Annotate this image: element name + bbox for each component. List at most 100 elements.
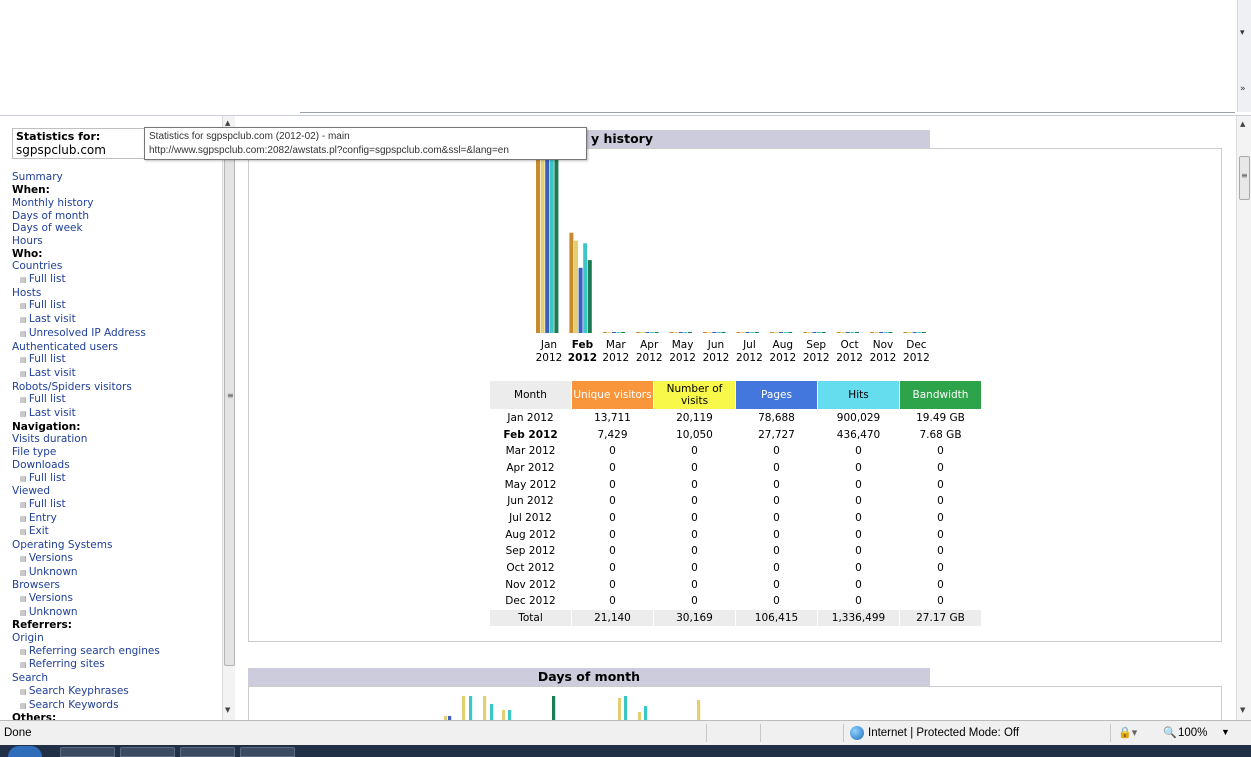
- scroll-down-icon[interactable]: ▼: [225, 706, 230, 714]
- scroll-up-icon[interactable]: ▲: [225, 119, 230, 127]
- sidebar-scrollbar[interactable]: ▲ ≡ ▼: [222, 116, 235, 720]
- nav-sub-link[interactable]: Search Keyphrases: [12, 685, 222, 699]
- zoom-icon[interactable]: 🔍: [1163, 726, 1177, 739]
- dropdown-arrow-icon[interactable]: ▾: [1240, 28, 1245, 38]
- nav-link[interactable]: Browsers: [12, 579, 222, 592]
- chart-bar: [583, 243, 588, 333]
- lock-settings-icon[interactable]: 🔒▾: [1118, 726, 1137, 739]
- nav-link[interactable]: Search: [12, 672, 222, 685]
- scroll-down-icon[interactable]: ▼: [1240, 706, 1245, 714]
- nav-sub-link[interactable]: Full list: [12, 353, 222, 367]
- nav-sub-link[interactable]: Last visit: [12, 313, 222, 327]
- x-tick-year: 2012: [870, 352, 897, 364]
- x-tick-year: 2012: [803, 352, 830, 364]
- nav-link[interactable]: Origin: [12, 632, 222, 645]
- chart-bar: [536, 148, 540, 333]
- chevron-more-icon[interactable]: »: [1240, 84, 1246, 94]
- nav-link[interactable]: Authenticated users: [12, 341, 222, 354]
- zoom-dropdown-icon[interactable]: ▼: [1221, 727, 1230, 737]
- taskbar-button[interactable]: [180, 747, 235, 757]
- scroll-up-icon[interactable]: ▲: [1240, 120, 1245, 128]
- x-tick-month: Apr: [640, 339, 659, 351]
- nav-link[interactable]: Hours: [12, 235, 222, 248]
- x-tick-year: 2012: [636, 352, 663, 364]
- nav-link[interactable]: Viewed: [12, 485, 222, 498]
- taskbar-button[interactable]: [120, 747, 175, 757]
- nav-link[interactable]: Visits duration: [12, 433, 222, 446]
- nav-sub-link[interactable]: Exit: [12, 525, 222, 539]
- value-cell: 0: [937, 578, 944, 591]
- nav-sub-link[interactable]: Versions: [12, 552, 222, 566]
- zoom-level[interactable]: 100%: [1178, 727, 1207, 739]
- chart-bar: [807, 332, 812, 333]
- x-tick-month: Jun: [707, 339, 724, 351]
- nav-link[interactable]: File type: [12, 446, 222, 459]
- chart-bar: [654, 332, 659, 333]
- nav-link[interactable]: Operating Systems: [12, 539, 222, 552]
- globe-icon: [850, 726, 864, 740]
- nav-sub-link[interactable]: Full list: [12, 299, 222, 313]
- nav-sub-link[interactable]: Full list: [12, 472, 222, 486]
- nav-sub-link[interactable]: Full list: [12, 273, 222, 287]
- value-cell: 7.68 GB: [919, 428, 962, 441]
- nav-sub-link[interactable]: Referring sites: [12, 658, 222, 672]
- nav-sub-link[interactable]: Last visit: [12, 367, 222, 381]
- total-value: 106,415: [736, 610, 817, 626]
- value-cell: 0: [937, 528, 944, 541]
- grip-icon: ≡: [227, 391, 234, 400]
- month-cell: Nov 2012: [505, 578, 556, 591]
- nav-group-heading: Others:: [12, 712, 57, 720]
- main-scroll-thumb[interactable]: ≡: [1239, 156, 1250, 200]
- total-value: 21,140: [572, 610, 653, 626]
- nav-link[interactable]: Days of month: [12, 210, 222, 223]
- table-row: Oct 2012 0 0 0 0 0: [490, 560, 981, 576]
- chart-bar: [569, 232, 574, 333]
- nav-link[interactable]: Days of week: [12, 222, 222, 235]
- chart-bar: [769, 332, 774, 333]
- chart-bar: [721, 332, 726, 333]
- month-cell: Jan 2012: [507, 411, 554, 424]
- table-header-row: Month Unique visitors Number of visits Page…: [490, 381, 981, 409]
- day-bar: [508, 710, 512, 720]
- table-row: Aug 2012 0 0 0 0 0: [490, 527, 981, 543]
- main-scrollbar[interactable]: ▲ ≡ ▼: [1236, 116, 1251, 720]
- nav-sub-link[interactable]: Full list: [12, 498, 222, 512]
- chart-bar: [841, 332, 846, 333]
- security-zone[interactable]: Internet | Protected Mode: Off: [868, 727, 1019, 739]
- nav-link[interactable]: Downloads: [12, 459, 222, 472]
- days-of-month-chart: [444, 696, 701, 720]
- nav-sub-link[interactable]: Full list: [12, 393, 222, 407]
- x-tick-year: 2012: [836, 352, 863, 364]
- nav-sub-link[interactable]: Referring search engines: [12, 645, 222, 659]
- nav-link[interactable]: Summary: [12, 171, 222, 184]
- value-cell: 0: [691, 578, 698, 591]
- day-bar: [490, 704, 494, 720]
- nav-link[interactable]: Monthly history: [12, 197, 222, 210]
- taskbar-button[interactable]: [60, 747, 115, 757]
- nav-sub-link[interactable]: Unresolved IP Address: [12, 327, 222, 341]
- x-tick-year: 2012: [568, 352, 597, 364]
- start-orb-icon[interactable]: [8, 746, 42, 757]
- value-cell: 0: [609, 595, 616, 608]
- nav-sub-link[interactable]: Last visit: [12, 407, 222, 421]
- sidebar-scroll-thumb[interactable]: ≡: [224, 132, 235, 666]
- x-tick-month: Nov: [873, 339, 894, 351]
- nav-link[interactable]: Robots/Spiders visitors: [12, 381, 222, 394]
- chart-bar: [716, 332, 721, 333]
- chart-bar: [669, 332, 674, 333]
- chart-bar: [678, 332, 683, 333]
- nav-sub-link[interactable]: Unknown: [12, 606, 222, 620]
- table-row: Jul 2012 0 0 0 0 0: [490, 510, 981, 526]
- nav-link[interactable]: Hosts: [12, 287, 222, 300]
- chart-bar: [845, 332, 850, 333]
- nav-sub-link[interactable]: Unknown: [12, 566, 222, 580]
- nav-sub-link[interactable]: Search Keywords: [12, 699, 222, 713]
- nav-link[interactable]: Countries: [12, 260, 222, 273]
- nav-sub-link[interactable]: Versions: [12, 592, 222, 606]
- taskbar-button[interactable]: [240, 747, 295, 757]
- month-cell: Sep 2012: [505, 545, 556, 558]
- monthly-history-table: Month Unique visitors Number of visits Page…: [489, 380, 982, 627]
- chart-bar: [921, 332, 926, 333]
- nav-sub-link[interactable]: Entry: [12, 512, 222, 526]
- x-tick-year: 2012: [903, 352, 930, 364]
